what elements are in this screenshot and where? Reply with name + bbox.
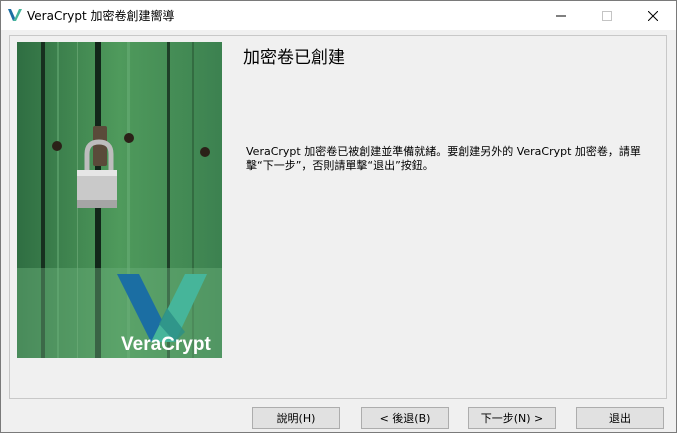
wizard-window: VeraCrypt 加密卷創建嚮導 VeraCrypt 加密卷已創建 VeraC… <box>0 0 677 433</box>
close-icon <box>648 10 658 21</box>
close-button[interactable] <box>630 1 676 30</box>
banner-logo-text: VeraCrypt <box>121 334 211 355</box>
maximize-icon <box>602 10 612 21</box>
window-title: VeraCrypt 加密卷創建嚮導 <box>27 9 175 23</box>
veracrypt-logo-icon <box>8 9 22 21</box>
title-bar[interactable]: VeraCrypt 加密卷創建嚮導 <box>1 1 676 30</box>
help-button[interactable]: 說明(H) <box>252 407 340 429</box>
completion-message: VeraCrypt 加密卷已被創建並準備就緒。要創建另外的 VeraCrypt … <box>246 145 641 172</box>
back-button[interactable]: < 後退(B) <box>361 407 449 429</box>
minimize-button[interactable] <box>538 1 584 30</box>
next-button[interactable]: 下一步(N) > <box>468 407 556 429</box>
wizard-banner-image: VeraCrypt <box>17 42 222 358</box>
page-title: 加密卷已創建 <box>243 48 345 68</box>
padlock-door-illustration: VeraCrypt <box>17 42 222 358</box>
wizard-content-panel: VeraCrypt 加密卷已創建 VeraCrypt 加密卷已被創建並準備就緒。… <box>9 35 667 399</box>
minimize-icon <box>556 15 566 16</box>
exit-button[interactable]: 退出 <box>576 407 664 429</box>
maximize-button <box>584 1 630 30</box>
